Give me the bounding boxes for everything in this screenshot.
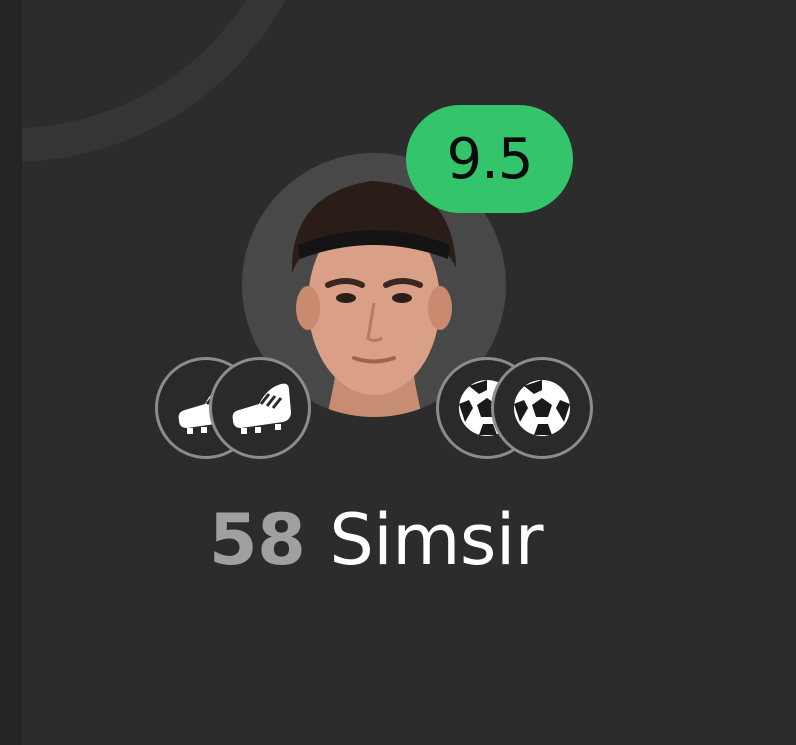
shirt-number: 58 bbox=[208, 499, 306, 581]
player-name: Simsir bbox=[329, 499, 544, 581]
football-boot-icon bbox=[232, 383, 291, 434]
soccer-ball-icon bbox=[514, 380, 570, 436]
goal-icon bbox=[491, 357, 593, 459]
assist-icon bbox=[209, 357, 311, 459]
rating-badge: 9.5 bbox=[406, 105, 573, 213]
player-card[interactable]: 9.5 58 Simsir bbox=[0, 0, 796, 745]
player-label: 58 Simsir bbox=[0, 492, 752, 588]
